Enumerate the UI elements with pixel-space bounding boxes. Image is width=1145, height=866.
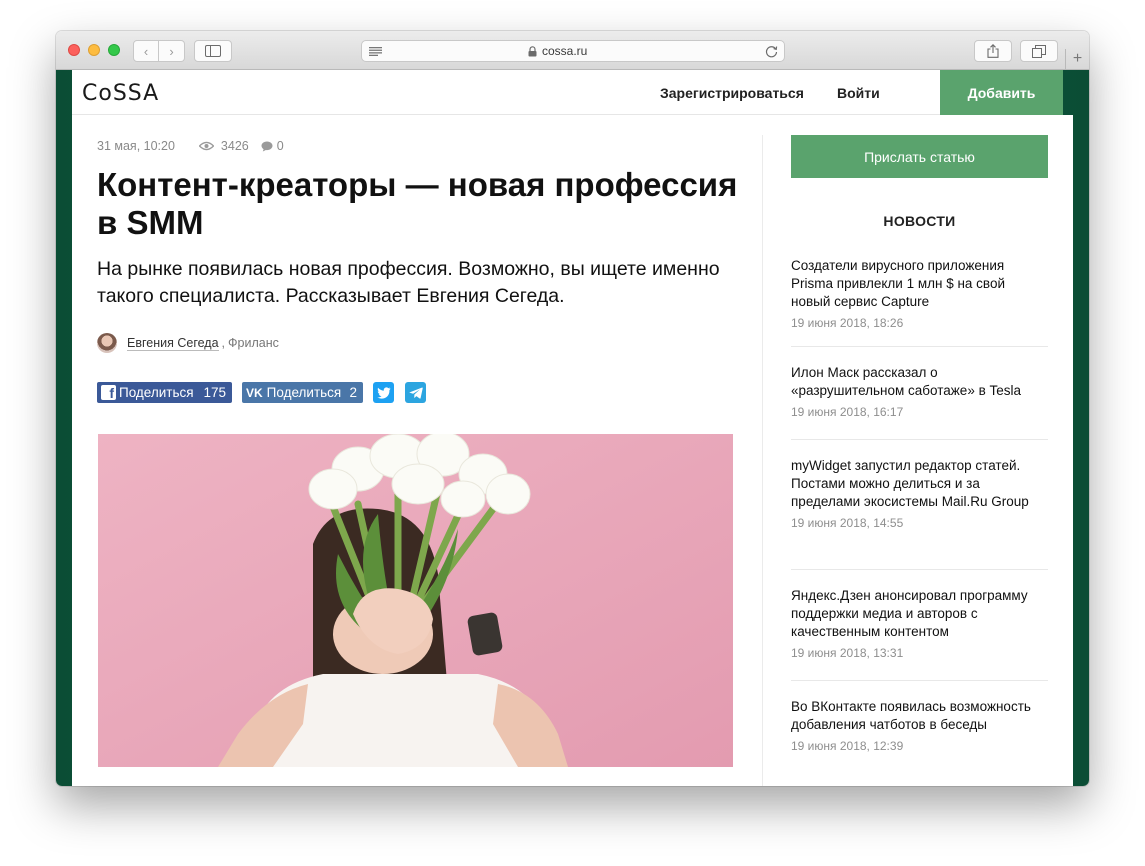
- browser-toolbar: ‹ › cossa.ru +: [56, 31, 1089, 70]
- maximize-window-button[interactable]: [108, 44, 120, 56]
- author-link[interactable]: Евгения Сегеда: [127, 336, 219, 351]
- chevron-right-icon: ›: [169, 43, 174, 59]
- news-item[interactable]: Яндекс.Дзен анонсировал программу поддер…: [791, 570, 1048, 681]
- new-tab-button[interactable]: +: [1065, 49, 1089, 70]
- comment-icon: [261, 141, 273, 151]
- telegram-icon: [408, 387, 423, 399]
- submit-article-button[interactable]: Прислать статью: [791, 135, 1048, 178]
- sidebar-toggle-button[interactable]: [194, 40, 232, 62]
- browser-window: ‹ › cossa.ru + CoSSA Зарегистрироваться …: [56, 31, 1089, 786]
- minimize-window-button[interactable]: [88, 44, 100, 56]
- facebook-share-count: 175: [203, 385, 226, 400]
- add-button[interactable]: Добавить: [940, 70, 1063, 115]
- news-title[interactable]: Илон Маск рассказал о «разрушительном са…: [791, 364, 1048, 400]
- twitter-share-button[interactable]: [373, 382, 394, 403]
- news-item[interactable]: Илон Маск рассказал о «разрушительном са…: [791, 347, 1048, 440]
- news-item[interactable]: Создатели вирусного приложения Prisma пр…: [791, 257, 1048, 347]
- news-item[interactable]: myWidget запустил редактор статей. Поста…: [791, 440, 1048, 570]
- register-link[interactable]: Зарегистрироваться: [660, 85, 804, 101]
- show-tabs-button[interactable]: [1020, 40, 1058, 62]
- close-window-button[interactable]: [68, 44, 80, 56]
- share-buttons: f Поделиться 175 VK Поделиться 2: [97, 382, 437, 403]
- telegram-share-button[interactable]: [405, 382, 426, 403]
- news-time: 19 июня 2018, 13:31: [791, 646, 904, 660]
- address-bar[interactable]: cossa.ru: [361, 40, 785, 62]
- page-viewport: CoSSA Зарегистрироваться Войти Добавить …: [56, 70, 1089, 786]
- site-header: CoSSA Зарегистрироваться Войти Добавить: [72, 70, 1063, 115]
- reader-mode-icon[interactable]: [369, 47, 382, 56]
- plus-icon: +: [1072, 50, 1083, 67]
- author-separator: ,: [221, 336, 226, 350]
- tabs-icon: [1032, 44, 1046, 58]
- vk-icon: VK: [246, 385, 263, 400]
- news-title[interactable]: Яндекс.Дзен анонсировал программу поддер…: [791, 587, 1048, 641]
- lock-icon: [528, 46, 537, 57]
- news-list: Создатели вирусного приложения Prisma пр…: [791, 257, 1048, 781]
- avatar[interactable]: [97, 333, 117, 353]
- news-title[interactable]: Создатели вирусного приложения Prisma пр…: [791, 257, 1048, 311]
- news-time: 19 июня 2018, 18:26: [791, 316, 904, 330]
- category-link[interactable]: Фриланс: [228, 336, 279, 350]
- comments-count: 0: [276, 139, 284, 153]
- share-page-button[interactable]: [974, 40, 1012, 62]
- vk-share-label: Поделиться: [266, 385, 342, 400]
- column-divider: [762, 135, 763, 786]
- back-button[interactable]: ‹: [133, 40, 159, 62]
- news-title[interactable]: Во ВКонтакте появилась возможность добав…: [791, 698, 1048, 734]
- sidebar-icon: [205, 45, 221, 57]
- eye-icon: [198, 141, 214, 151]
- news-item[interactable]: Во ВКонтакте появилась возможность добав…: [791, 681, 1048, 781]
- facebook-icon: f: [101, 385, 116, 400]
- article-author: Евгения Сегеда , Фриланс: [97, 333, 279, 353]
- article-title: Контент-креаторы — новая профессия в SMM: [97, 166, 738, 241]
- article-meta: 31 мая, 10:20 3426 0: [97, 139, 284, 153]
- twitter-icon: [376, 386, 390, 399]
- url-text: cossa.ru: [542, 44, 588, 58]
- share-icon: [987, 44, 999, 58]
- news-time: 19 июня 2018, 12:39: [791, 739, 904, 753]
- news-heading: НОВОСТИ: [883, 213, 956, 229]
- login-link[interactable]: Войти: [837, 85, 880, 101]
- vk-share-count: 2: [349, 385, 357, 400]
- forward-button[interactable]: ›: [159, 40, 185, 62]
- vk-share-button[interactable]: VK Поделиться 2: [242, 382, 363, 403]
- views-count: 3426: [220, 139, 249, 153]
- news-title[interactable]: myWidget запустил редактор статей. Поста…: [791, 457, 1048, 511]
- facebook-share-button[interactable]: f Поделиться 175: [97, 382, 232, 403]
- reload-icon[interactable]: [765, 45, 778, 58]
- chevron-left-icon: ‹: [143, 43, 149, 59]
- site-logo[interactable]: CoSSA: [82, 81, 159, 106]
- news-time: 19 июня 2018, 16:17: [791, 405, 904, 419]
- hero-illustration: [98, 434, 733, 767]
- facebook-share-label: Поделиться: [119, 385, 194, 400]
- article-date: 31 мая, 10:20: [97, 139, 175, 153]
- news-time: 19 июня 2018, 14:55: [791, 516, 904, 530]
- article-hero-image: [98, 434, 733, 767]
- page-content: 31 мая, 10:20 3426 0 Контент-креаторы — …: [72, 115, 1073, 786]
- article-subtitle: На рынке появилась новая профессия. Возм…: [97, 258, 720, 307]
